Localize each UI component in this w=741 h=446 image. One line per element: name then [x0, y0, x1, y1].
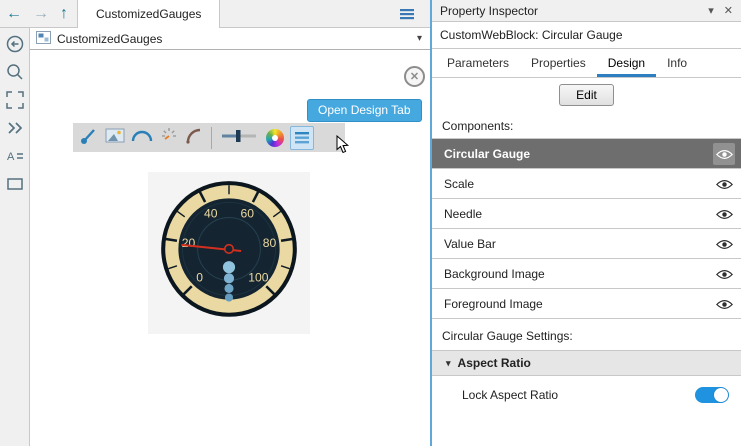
component-row-scale[interactable]: Scale — [432, 169, 741, 199]
area-select-icon[interactable] — [5, 174, 25, 194]
edit-button[interactable]: Edit — [559, 84, 614, 106]
property-inspector-panel: Property Inspector ▾ ✕ CustomWebBlock: C… — [430, 0, 741, 446]
thermometer-icon[interactable] — [79, 126, 99, 149]
gauge-label-60: 60 — [240, 207, 254, 221]
chevron-down-icon[interactable]: ▾ — [417, 33, 422, 44]
top-toolbar: ← → ↑ CustomizedGauges — [0, 0, 430, 28]
tab-parameters[interactable]: Parameters — [436, 49, 520, 77]
panel-menu-icon[interactable]: ▾ — [708, 4, 714, 17]
quarter-gauge-icon[interactable] — [185, 127, 203, 148]
visibility-eye-icon[interactable] — [713, 293, 735, 315]
gauge-label-20: 20 — [182, 236, 196, 250]
edit-row: Edit — [432, 78, 741, 112]
section-title: Aspect Ratio — [457, 356, 531, 370]
visibility-eye-icon[interactable] — [713, 143, 735, 165]
gauge-block-toolbar — [73, 123, 345, 152]
visibility-eye-icon[interactable] — [713, 203, 735, 225]
panel-header: Property Inspector ▾ ✕ — [432, 0, 741, 22]
model-icon — [36, 30, 51, 47]
hide-browser-icon[interactable] — [5, 34, 25, 54]
component-name: Foreground Image — [444, 296, 543, 311]
color-wheel-icon[interactable] — [266, 128, 284, 147]
panel-title: Property Inspector — [440, 3, 539, 18]
component-name: Scale — [444, 176, 475, 191]
tab-properties[interactable]: Properties — [520, 49, 597, 77]
visibility-eye-icon[interactable] — [713, 263, 735, 285]
panel-close-icon[interactable]: ✕ — [724, 4, 733, 17]
component-row-needle[interactable]: Needle — [432, 199, 741, 229]
toggle-knob — [714, 388, 728, 402]
image-icon[interactable] — [105, 128, 125, 147]
back-icon[interactable]: ← — [6, 6, 22, 22]
circular-gauge-graphic: 0 20 40 60 80 100 — [161, 181, 297, 317]
gauge-label-40: 40 — [204, 207, 218, 221]
lock-aspect-ratio-label: Lock Aspect Ratio — [462, 388, 559, 402]
component-name: Background Image — [444, 266, 545, 281]
open-design-tab-tooltip[interactable]: Open Design Tab — [307, 99, 422, 122]
design-grid-icon[interactable] — [290, 125, 314, 150]
component-name: Value Bar — [444, 236, 496, 251]
component-row-background-image[interactable]: Background Image — [432, 259, 741, 289]
components-list: Circular Gauge Scale Needle Value Bar Ba… — [432, 138, 741, 319]
toolbar-divider — [211, 126, 212, 149]
settings-label: Circular Gauge Settings: — [442, 329, 573, 343]
radial-gauge-icon[interactable] — [159, 126, 179, 149]
gauge-label-0: 0 — [196, 270, 203, 284]
svg-text:A: A — [7, 151, 15, 163]
components-label: Components: — [442, 119, 514, 133]
visibility-eye-icon[interactable] — [713, 233, 735, 255]
annotation-icon[interactable]: A — [5, 146, 25, 166]
half-gauge-icon[interactable] — [131, 129, 153, 146]
color-wheel-hub — [272, 134, 278, 141]
model-tab[interactable]: CustomizedGauges — [77, 0, 221, 28]
breadcrumb-text: CustomizedGauges — [57, 31, 163, 46]
component-name: Needle — [444, 206, 483, 221]
close-icon[interactable]: ✕ — [404, 66, 425, 87]
canvas-palette: A — [0, 28, 30, 446]
component-row-value-bar[interactable]: Value Bar — [432, 229, 741, 259]
forward-icon[interactable]: → — [33, 6, 49, 22]
component-row-circular-gauge[interactable]: Circular Gauge — [432, 139, 741, 169]
section-aspect-ratio[interactable]: ▾ Aspect Ratio — [432, 350, 741, 376]
model-canvas[interactable]: ✕ Open Design Tab 0 20 40 60 80 100 — [30, 50, 430, 446]
breadcrumb-bar[interactable]: CustomizedGauges ▾ — [30, 28, 430, 50]
needle-hub — [223, 243, 235, 255]
block-heading: CustomWebBlock: Circular Gauge — [432, 22, 741, 49]
block-heading-text: CustomWebBlock: Circular Gauge — [440, 28, 623, 42]
nav-icons: ← → ↑ — [6, 0, 68, 28]
gauge-label-100: 100 — [248, 270, 269, 284]
tab-design[interactable]: Design — [597, 49, 656, 77]
fit-to-view-icon[interactable] — [5, 90, 25, 110]
inspector-tabs: Parameters Properties Design Info — [432, 49, 741, 78]
gauge-label-80: 80 — [263, 236, 277, 250]
slider-icon[interactable] — [220, 126, 260, 149]
component-name: Circular Gauge — [444, 146, 531, 161]
zoom-icon[interactable] — [5, 62, 25, 82]
collapse-triangle-icon: ▾ — [446, 357, 451, 368]
list-icon[interactable] — [400, 8, 414, 23]
lock-aspect-ratio-row: Lock Aspect Ratio — [432, 376, 741, 414]
visibility-eye-icon[interactable] — [713, 173, 735, 195]
up-icon[interactable]: ↑ — [60, 6, 68, 22]
direction-arrows-icon[interactable] — [5, 118, 25, 138]
tab-info[interactable]: Info — [656, 49, 698, 77]
circular-gauge-block[interactable]: 0 20 40 60 80 100 — [148, 172, 310, 334]
component-row-foreground-image[interactable]: Foreground Image — [432, 289, 741, 319]
lock-aspect-ratio-toggle[interactable] — [695, 387, 729, 403]
mouse-cursor-icon — [336, 134, 350, 157]
